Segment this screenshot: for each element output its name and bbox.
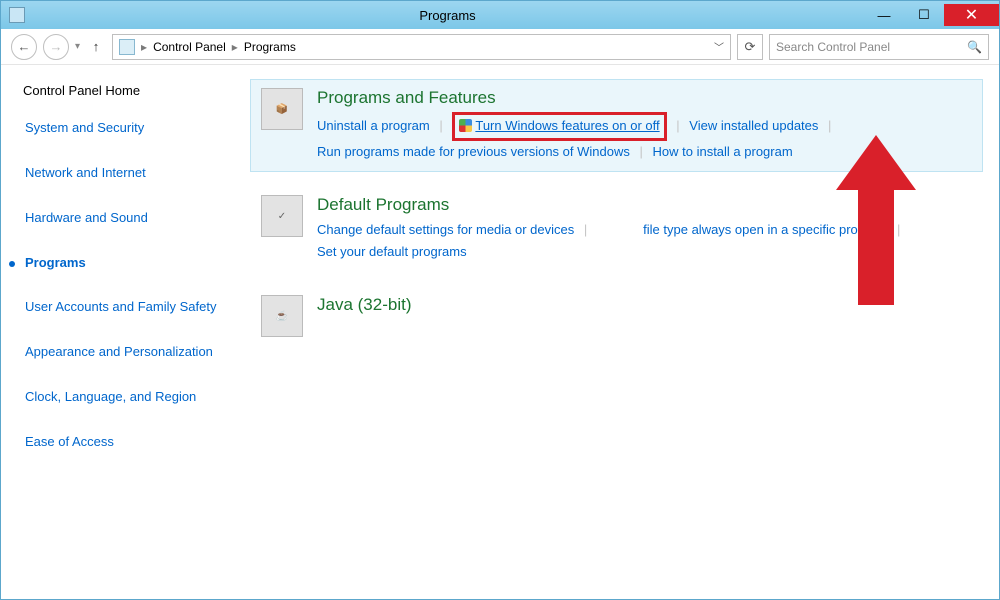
- sidebar-item-label: Programs: [25, 255, 86, 272]
- category-title[interactable]: Default Programs: [317, 195, 972, 215]
- chevron-right-icon: ▸: [232, 40, 238, 54]
- titlebar: Programs — ☐ ✕: [1, 1, 999, 29]
- sidebar-item-hardware-sound[interactable]: Hardware and Sound: [23, 210, 234, 241]
- forward-button[interactable]: →: [43, 34, 69, 60]
- sidebar-item-label: Network and Internet: [25, 165, 146, 182]
- change-default-settings-link[interactable]: Change default settings for media or dev…: [317, 222, 574, 237]
- sidebar-item-clock-language[interactable]: Clock, Language, and Region: [23, 389, 234, 420]
- sidebar-item-network-internet[interactable]: Network and Internet: [23, 165, 234, 196]
- category-title[interactable]: Programs and Features: [317, 88, 972, 108]
- sidebar-item-label: Hardware and Sound: [25, 210, 148, 227]
- shield-icon: [459, 119, 472, 132]
- default-programs-icon: ✓: [261, 195, 303, 237]
- sidebar-item-appearance[interactable]: Appearance and Personalization: [23, 344, 234, 375]
- sidebar-item-label: System and Security: [25, 120, 144, 137]
- close-button[interactable]: ✕: [944, 4, 999, 26]
- control-panel-icon: [119, 39, 135, 55]
- sidebar: Control Panel Home System and Security N…: [1, 65, 246, 599]
- java-icon: ☕: [261, 295, 303, 337]
- how-to-install-link[interactable]: How to install a program: [653, 144, 793, 159]
- toolbar: ← → ▾ ↑ ▸ Control Panel ▸ Programs ﹀ ⟳ S…: [1, 29, 999, 65]
- recent-dropdown-icon[interactable]: ▾: [75, 41, 80, 52]
- run-previous-versions-link[interactable]: Run programs made for previous versions …: [317, 144, 630, 159]
- turn-windows-features-link[interactable]: Turn Windows features on or off: [475, 118, 659, 133]
- control-panel-home-link[interactable]: Control Panel Home: [23, 83, 234, 100]
- sidebar-item-system-security[interactable]: System and Security: [23, 120, 234, 151]
- app-icon: [9, 7, 25, 23]
- address-bar[interactable]: ▸ Control Panel ▸ Programs ﹀: [112, 34, 731, 60]
- sidebar-item-label: User Accounts and Family Safety: [25, 299, 216, 316]
- category-java: ☕ Java (32-bit): [250, 286, 983, 346]
- main: 📦 Programs and Features Uninstall a prog…: [246, 65, 999, 599]
- uninstall-program-link[interactable]: Uninstall a program: [317, 118, 430, 133]
- file-type-always-open-link[interactable]: file type always open in a specific prog…: [643, 222, 887, 237]
- view-installed-updates-link[interactable]: View installed updates: [689, 118, 818, 133]
- programs-features-icon: 📦: [261, 88, 303, 130]
- search-input[interactable]: Search Control Panel 🔍: [769, 34, 989, 60]
- window-title: Programs: [31, 8, 864, 23]
- maximize-button[interactable]: ☐: [904, 4, 944, 26]
- refresh-button[interactable]: ⟳: [737, 34, 763, 60]
- sidebar-item-label: Clock, Language, and Region: [25, 389, 196, 406]
- breadcrumb[interactable]: Programs: [244, 40, 296, 54]
- sidebar-item-label: Appearance and Personalization: [25, 344, 213, 361]
- back-button[interactable]: ←: [11, 34, 37, 60]
- chevron-right-icon: ▸: [141, 40, 147, 54]
- sidebar-item-user-accounts[interactable]: User Accounts and Family Safety: [23, 299, 234, 330]
- search-icon: 🔍: [967, 40, 982, 54]
- set-default-programs-link[interactable]: Set your default programs: [317, 244, 467, 259]
- content: Control Panel Home System and Security N…: [1, 65, 999, 599]
- annotation-highlight-box: Turn Windows features on or off: [452, 112, 666, 141]
- sidebar-item-programs[interactable]: Programs: [23, 255, 234, 286]
- category-title[interactable]: Java (32-bit): [317, 295, 972, 315]
- minimize-button[interactable]: —: [864, 4, 904, 26]
- sidebar-item-ease-of-access[interactable]: Ease of Access: [23, 434, 234, 465]
- window: Programs — ☐ ✕ ← → ▾ ↑ ▸ Control Panel ▸…: [0, 0, 1000, 600]
- search-placeholder: Search Control Panel: [776, 40, 890, 54]
- address-dropdown-icon[interactable]: ﹀: [714, 39, 724, 54]
- window-controls: — ☐ ✕: [864, 4, 999, 26]
- breadcrumb[interactable]: Control Panel: [153, 40, 226, 54]
- sidebar-item-label: Ease of Access: [25, 434, 114, 451]
- up-button[interactable]: ↑: [86, 37, 106, 57]
- category-default-programs: ✓ Default Programs Change default settin…: [250, 186, 983, 272]
- category-programs-and-features: 📦 Programs and Features Uninstall a prog…: [250, 79, 983, 172]
